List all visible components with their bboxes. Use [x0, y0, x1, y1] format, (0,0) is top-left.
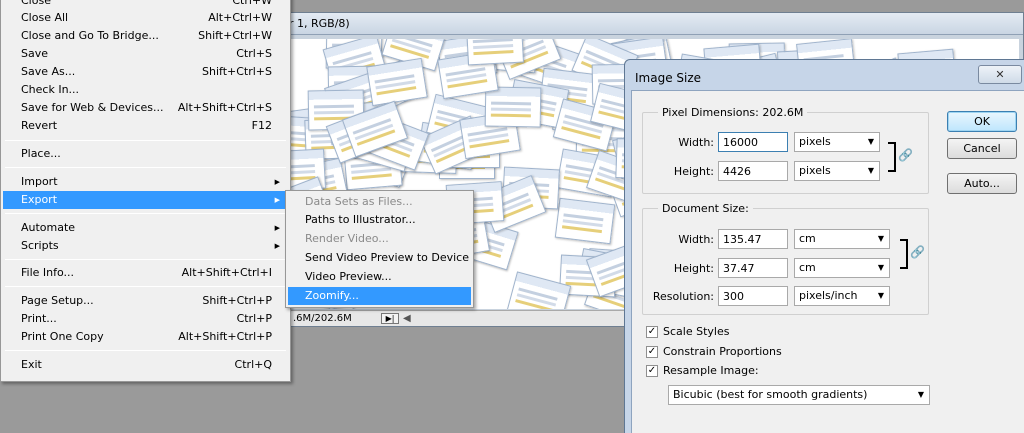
resample-method-select[interactable]: Bicubic (best for smooth gradients) ▼	[668, 385, 930, 405]
menu-item-exit[interactable]: Exit Ctrl+Q	[3, 356, 288, 374]
menu-item-automate[interactable]: Automate ▶	[3, 219, 288, 237]
pixel-height-input[interactable]	[718, 161, 788, 181]
export-submenu: Data Sets as Files... Paths to Illustrat…	[285, 190, 474, 308]
pixel-dimensions-legend: Pixel Dimensions: 202.6M	[658, 106, 808, 119]
submenu-arrow-icon: ▶	[274, 196, 280, 204]
checkbox-check-icon: ✓	[646, 326, 658, 338]
pixel-link-bracket	[888, 142, 896, 172]
menu-item-close-and-go-to-bridge[interactable]: Close and Go To Bridge... Shift+Ctrl+W	[3, 27, 288, 45]
submenu-arrow-icon: ▶	[274, 224, 280, 232]
chevron-down-icon: ▼	[917, 390, 924, 399]
checkbox-check-icon: ✓	[646, 346, 658, 358]
chevron-down-icon: ▼	[867, 166, 874, 175]
scroll-left-icon[interactable]: ◀	[403, 311, 411, 326]
chevron-down-icon: ▼	[877, 234, 884, 243]
doc-width-unit-select[interactable]: cm ▼	[794, 229, 890, 249]
image-size-dialog: Image Size ✕ Pixel Dimensions: 202.6M Wi…	[624, 59, 1024, 433]
checkbox-check-icon: ✓	[646, 365, 658, 377]
menu-item-place[interactable]: Place...	[3, 145, 288, 163]
status-menu-arrow-icon[interactable]: ▶|	[381, 313, 399, 324]
menu-item-print-one-copy[interactable]: Print One Copy Alt+Shift+Ctrl+P	[3, 328, 288, 346]
pixel-height-label: Height:	[673, 165, 714, 178]
menu-separator	[5, 140, 286, 141]
document-title: r 1, RGB/8)	[289, 17, 350, 30]
link-chain-icon: 🔗	[910, 245, 925, 259]
menu-item-page-setup[interactable]: Page Setup... Shift+Ctrl+P	[3, 292, 288, 310]
pixel-width-unit-select[interactable]: pixels ▼	[794, 132, 880, 152]
menu-item-import[interactable]: Import ▶	[3, 173, 288, 191]
chevron-down-icon: ▼	[877, 291, 884, 300]
document-size-legend: Document Size:	[658, 202, 753, 215]
pixel-width-input[interactable]	[718, 132, 788, 152]
cancel-button[interactable]: Cancel	[947, 138, 1017, 159]
collage-thumbnail	[465, 39, 525, 66]
menu-item-print[interactable]: Print... Ctrl+P	[3, 310, 288, 328]
ok-button[interactable]: OK	[947, 111, 1017, 132]
pixel-width-label: Width:	[678, 136, 714, 149]
auto-button[interactable]: Auto...	[947, 173, 1017, 194]
menu-item-close-all[interactable]: Close All Alt+Ctrl+W	[3, 9, 288, 27]
collage-thumbnail	[366, 57, 428, 107]
resolution-input[interactable]	[718, 286, 788, 306]
collage-thumbnail	[484, 86, 542, 128]
doc-width-input[interactable]	[718, 229, 788, 249]
menu-item-save-as[interactable]: Save As... Shift+Ctrl+S	[3, 63, 288, 81]
submenu-item-paths-to-illustrator[interactable]: Paths to Illustrator...	[288, 211, 471, 229]
menu-separator	[5, 167, 286, 168]
menu-item-export[interactable]: Export ▶	[3, 191, 288, 209]
document-size-readout: .6M/202.6M	[293, 313, 352, 324]
doc-height-label: Height:	[673, 262, 714, 275]
menu-separator	[5, 213, 286, 214]
resolution-unit-select[interactable]: pixels/inch ▼	[794, 286, 890, 306]
resolution-label: Resolution:	[652, 290, 714, 303]
doc-height-input[interactable]	[718, 258, 788, 278]
doc-height-unit-select[interactable]: cm ▼	[794, 258, 890, 278]
chevron-down-icon: ▼	[867, 137, 874, 146]
menu-item-save[interactable]: Save Ctrl+S	[3, 45, 288, 63]
submenu-item-render-video: Render Video...	[305, 232, 389, 245]
dialog-body: Pixel Dimensions: 202.6M Width: pixels▼ …	[631, 90, 1024, 433]
submenu-item-video-preview[interactable]: Video Preview...	[288, 268, 471, 286]
doc-width-label: Width:	[678, 233, 714, 246]
menu-item-save-for-web[interactable]: Save for Web & Devices... Alt+Shift+Ctrl+…	[3, 99, 288, 117]
submenu-item-zoomify[interactable]: Zoomify...	[288, 287, 471, 305]
submenu-arrow-icon: ▶	[274, 178, 280, 186]
file-menu: Close Ctrl+W Close All Alt+Ctrl+W Close an…	[0, 0, 291, 382]
menu-item-file-info[interactable]: File Info... Alt+Shift+Ctrl+I	[3, 264, 288, 282]
chevron-down-icon: ▼	[877, 263, 884, 272]
pixel-height-unit-select[interactable]: pixels ▼	[794, 161, 880, 181]
link-chain-icon: 🔗	[898, 148, 913, 162]
menu-separator	[5, 350, 286, 351]
document-title-bar[interactable]: r 1, RGB/8)	[283, 13, 1023, 35]
pixel-dimensions-group	[642, 112, 929, 194]
menu-separator	[5, 286, 286, 287]
dialog-title: Image Size	[635, 71, 702, 85]
menu-item-scripts[interactable]: Scripts ▶	[3, 237, 288, 255]
submenu-item-data-sets-as-files: Data Sets as Files...	[305, 195, 413, 208]
submenu-item-send-video-preview[interactable]: Send Video Preview to Device	[288, 249, 471, 267]
menu-item-check-in[interactable]: Check In...	[3, 81, 288, 99]
menu-item-revert[interactable]: Revert F12	[3, 117, 288, 135]
submenu-arrow-icon: ▶	[274, 242, 280, 250]
menu-separator	[5, 259, 286, 260]
collage-thumbnail	[554, 197, 616, 245]
close-icon[interactable]: ✕	[978, 65, 1022, 84]
document-link-bracket	[900, 239, 908, 269]
